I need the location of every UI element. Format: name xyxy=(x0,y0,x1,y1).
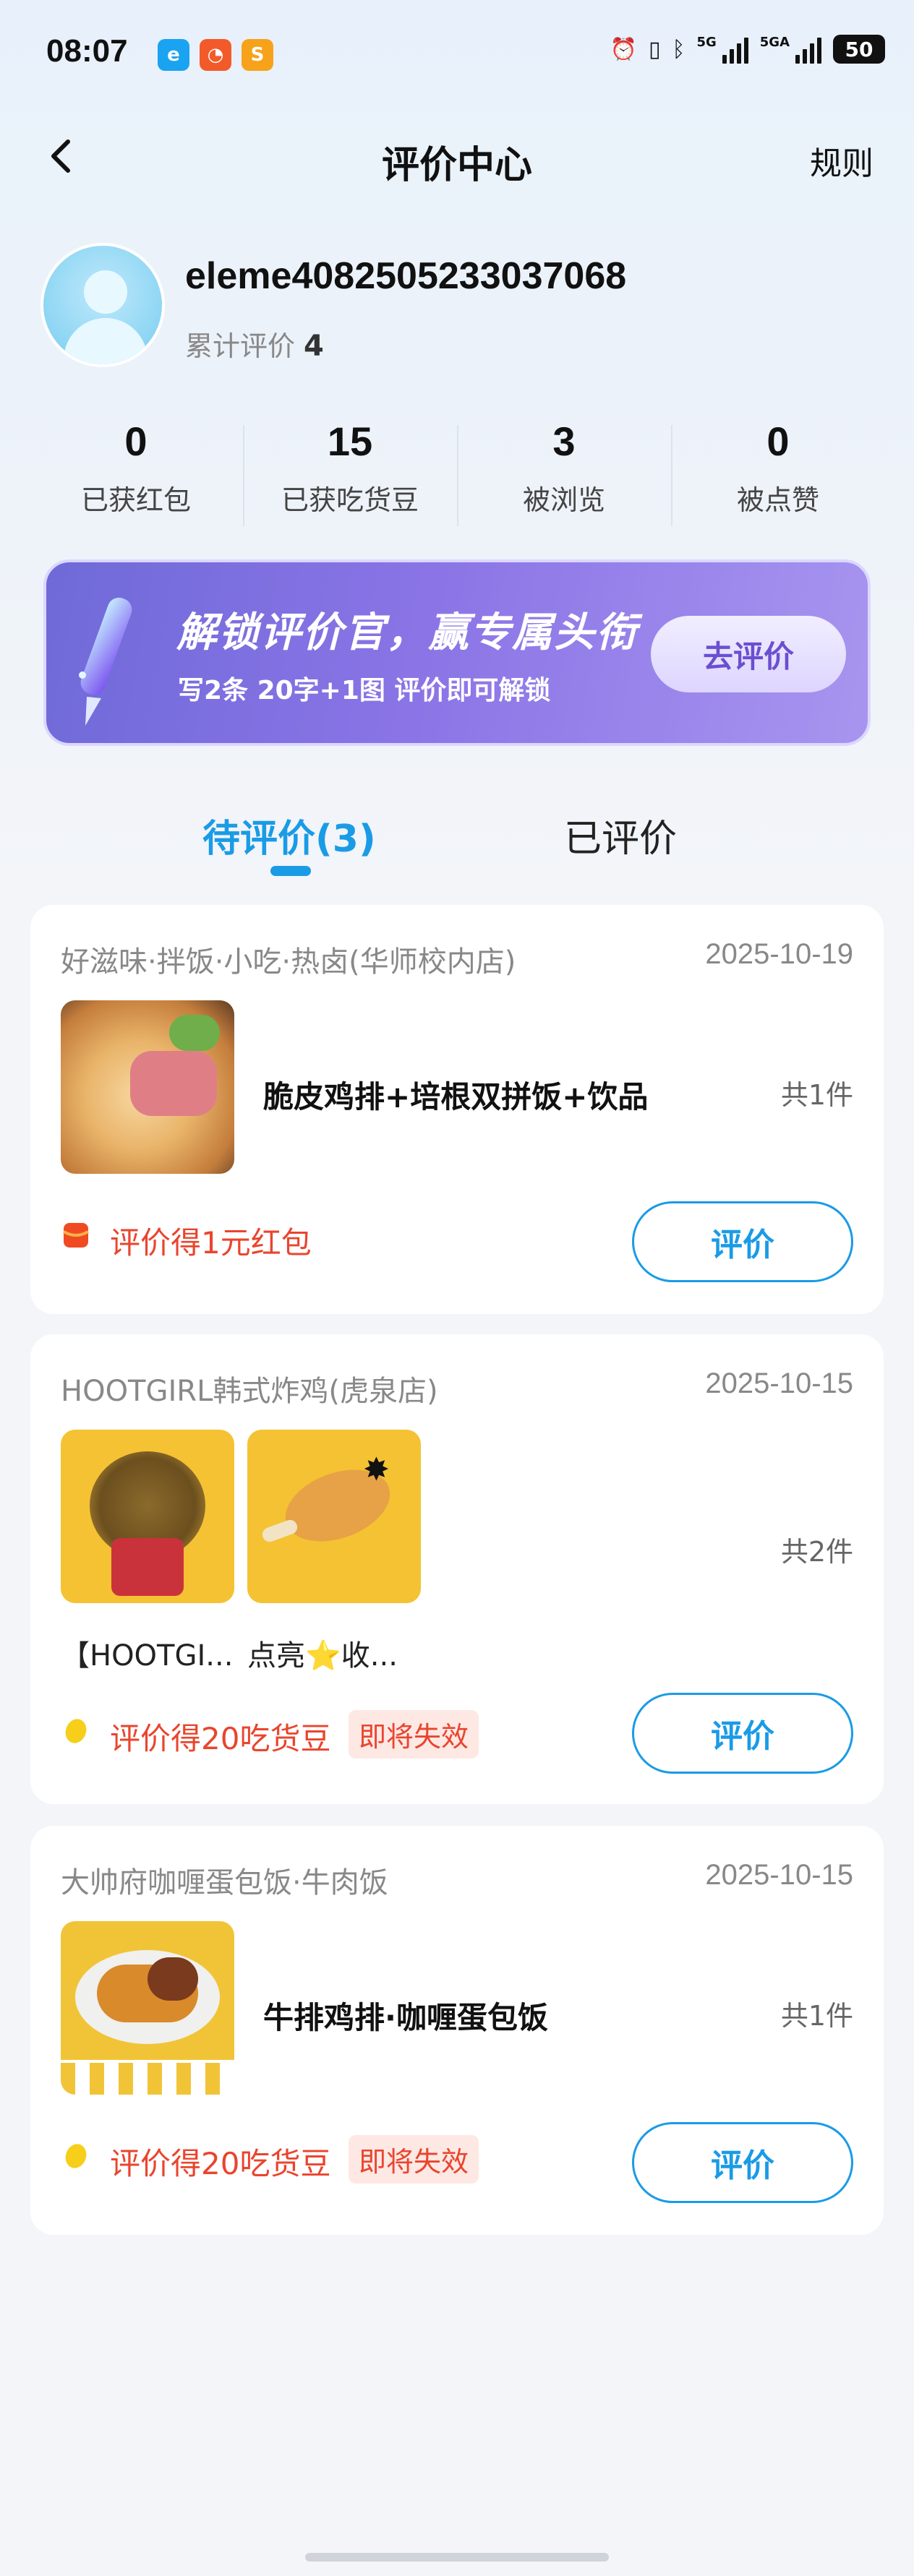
tab-indicator xyxy=(270,866,311,876)
reward-text: 评价得1元红包 xyxy=(110,1225,312,1261)
page-title: 评价中心 xyxy=(381,144,532,187)
battery-level: 50 xyxy=(845,37,874,61)
order-card[interactable]: 大帅府咖喱蛋包饭·牛肉饭 2025-10-15 牛排鸡排·咖喱蛋包饭 共1件 评… xyxy=(30,1826,884,2235)
status-bar: 08:07 e ◔ S ⏰ ▯ ᛒ 5G 5GA 50 xyxy=(0,0,914,108)
order-card[interactable]: HOOTGIRL韩式炸鸡(虎泉店) 2025-10-15 ✸ 【HOOTGI..… xyxy=(30,1334,884,1804)
eleme-app-icon: e xyxy=(158,39,189,71)
item-caption: 点亮⭐收... xyxy=(247,1639,398,1673)
stat-value: 0 xyxy=(766,418,790,464)
signal-icon-2 xyxy=(795,35,821,64)
status-app-icons: e ◔ S xyxy=(158,39,273,71)
status-indicators: ⏰ ▯ ᛒ 5G 5GA 50 xyxy=(610,35,885,64)
product-name: 脆皮鸡排+培根双拼饭+饮品 xyxy=(263,1079,649,1115)
total-reviews-label: 累计评价 xyxy=(185,330,296,362)
review-tabs: 待评价(3) 已评价 xyxy=(0,788,914,889)
product-image[interactable] xyxy=(61,1000,234,1174)
total-reviews: 累计评价 4 xyxy=(185,324,324,364)
tab-reviewed[interactable]: 已评价 xyxy=(564,808,677,862)
nav-bar: 评价中心 规则 xyxy=(0,123,914,195)
red-packet-icon xyxy=(62,1223,90,1248)
item-count: 共1件 xyxy=(780,1079,853,1111)
shop-name[interactable]: HOOTGIRL韩式炸鸡(虎泉店) xyxy=(61,1368,438,1409)
order-date: 2025-10-15 xyxy=(705,1368,853,1399)
item-count: 共1件 xyxy=(780,2000,853,2032)
bluetooth-icon: ᛒ xyxy=(672,36,686,62)
avatar[interactable] xyxy=(40,243,165,367)
stat-views[interactable]: 3 被浏览 xyxy=(457,418,671,531)
reviewer-banner[interactable]: 解锁评价官，赢专属头衔 写2条 20字+1图 评价即可解锁 去评价 xyxy=(43,559,871,746)
bean-icon xyxy=(65,2144,87,2168)
stat-label: 已获红包 xyxy=(80,484,191,516)
username: eleme4082505233037068 xyxy=(185,255,627,297)
meituan-app-icon: S xyxy=(242,39,273,71)
review-button[interactable]: 评价 xyxy=(632,1201,853,1282)
network-type-1: 5G xyxy=(696,35,717,50)
review-button[interactable]: 评价 xyxy=(632,1693,853,1774)
profile-section: eleme4082505233037068 累计评价 4 xyxy=(40,243,872,373)
signal-icon xyxy=(722,35,748,64)
review-button[interactable]: 评价 xyxy=(632,2122,853,2203)
network-type-2: 5GA xyxy=(759,35,790,50)
order-date: 2025-10-19 xyxy=(705,938,853,970)
product-image[interactable] xyxy=(61,1430,234,1603)
stat-beans[interactable]: 15 已获吃货豆 xyxy=(243,418,457,531)
alarm-icon: ⏰ xyxy=(610,36,637,62)
stat-likes[interactable]: 0 被点赞 xyxy=(671,418,885,531)
stat-red-packets[interactable]: 0 已获红包 xyxy=(29,418,243,531)
stats-row: 0 已获红包 15 已获吃货豆 3 被浏览 0 被点赞 xyxy=(29,418,885,531)
product-name: 牛排鸡排·咖喱蛋包饭 xyxy=(263,2000,548,2035)
product-image[interactable]: ✸ xyxy=(247,1430,421,1603)
reward-text: 评价得20吃货豆 xyxy=(110,1721,331,1756)
shop-name[interactable]: 大帅府咖喱蛋包饭·牛肉饭 xyxy=(61,1859,388,1901)
pen-icon xyxy=(79,597,132,726)
home-indicator[interactable] xyxy=(305,2553,609,2562)
stat-value: 15 xyxy=(327,418,373,464)
order-date: 2025-10-15 xyxy=(705,1859,853,1891)
stat-value: 3 xyxy=(552,418,576,464)
stat-value: 0 xyxy=(124,418,148,464)
go-review-button[interactable]: 去评价 xyxy=(651,616,846,692)
rules-link[interactable]: 规则 xyxy=(810,137,874,184)
taobao-app-icon: ◔ xyxy=(200,39,231,71)
stat-label: 被浏览 xyxy=(522,484,605,516)
banner-subtitle: 写2条 20字+1图 评价即可解锁 xyxy=(178,676,551,705)
shop-name[interactable]: 好滋味·拌饭·小吃·热卤(华师校内店) xyxy=(61,938,516,980)
expiring-badge: 即将失效 xyxy=(349,2135,479,2184)
tab-pending[interactable]: 待评价(3) xyxy=(202,808,376,862)
item-caption: 【HOOTGI... xyxy=(61,1639,234,1673)
product-image[interactable] xyxy=(61,1921,234,2095)
battery-icon: 50 xyxy=(833,35,885,64)
expiring-badge: 即将失效 xyxy=(349,1710,479,1759)
reward-text: 评价得20吃货豆 xyxy=(110,2146,331,2181)
total-reviews-value: 4 xyxy=(304,330,324,363)
vibrate-icon: ▯ xyxy=(648,36,661,62)
banner-title: 解锁评价官，赢专属头衔 xyxy=(176,609,638,656)
order-card[interactable]: 好滋味·拌饭·小吃·热卤(华师校内店) 2025-10-19 脆皮鸡排+培根双拼… xyxy=(30,905,884,1314)
stat-label: 被点赞 xyxy=(736,484,819,516)
status-time: 08:07 xyxy=(46,33,128,69)
bean-icon xyxy=(65,1719,87,1743)
stat-label: 已获吃货豆 xyxy=(281,484,419,516)
item-count: 共2件 xyxy=(780,1536,853,1568)
